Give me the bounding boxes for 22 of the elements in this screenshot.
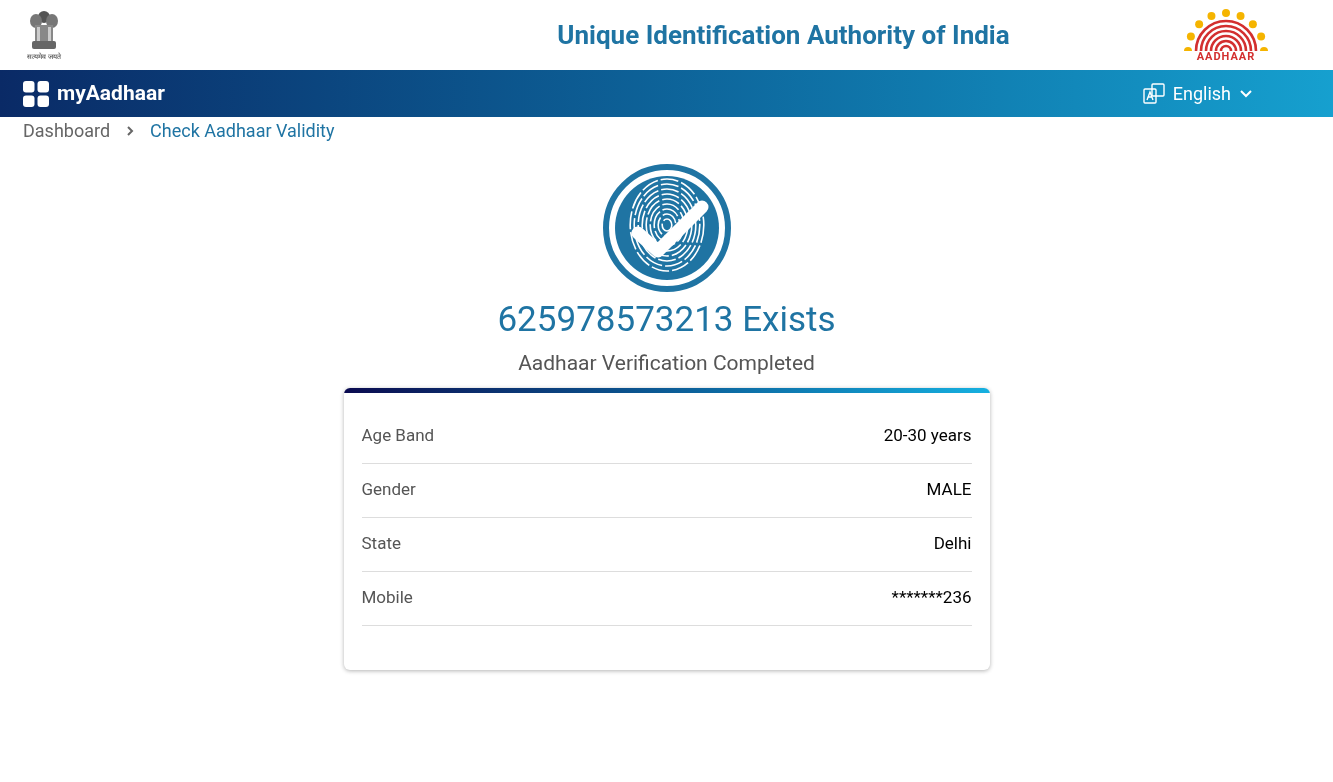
breadcrumb-link[interactable]: Dashboard (23, 117, 111, 144)
apps-grid-icon[interactable] (23, 80, 49, 107)
detail-label: Gender (361, 478, 416, 502)
result-subheading: Aadhaar Verification Completed (518, 350, 815, 377)
detail-value: Delhi (933, 532, 972, 556)
result-heading: 625978573213 Exists (497, 298, 836, 342)
detail-label: State (361, 532, 401, 556)
detail-label: Mobile (361, 586, 413, 610)
brand-name[interactable]: myAadhaar (57, 77, 165, 110)
detail-value: MALE (926, 478, 972, 502)
logo-wordmark: AADHAAR (1196, 51, 1256, 63)
detail-label: Age Band (361, 424, 435, 448)
site-title: Unique Identification Authority of India (557, 18, 1010, 52)
fingerprint-check-icon (601, 163, 732, 293)
chevron-down-icon (1239, 89, 1253, 98)
fingerprint-sun-logo-icon (1183, 7, 1269, 51)
translate-icon (1142, 82, 1165, 105)
detail-value: 20-30 years (883, 424, 972, 448)
detail-value: *******236 (891, 586, 972, 610)
language-selector[interactable]: English (1142, 80, 1253, 107)
chevron-right-icon (126, 124, 135, 137)
breadcrumb-link[interactable]: Check Aadhaar Validity (150, 117, 335, 144)
